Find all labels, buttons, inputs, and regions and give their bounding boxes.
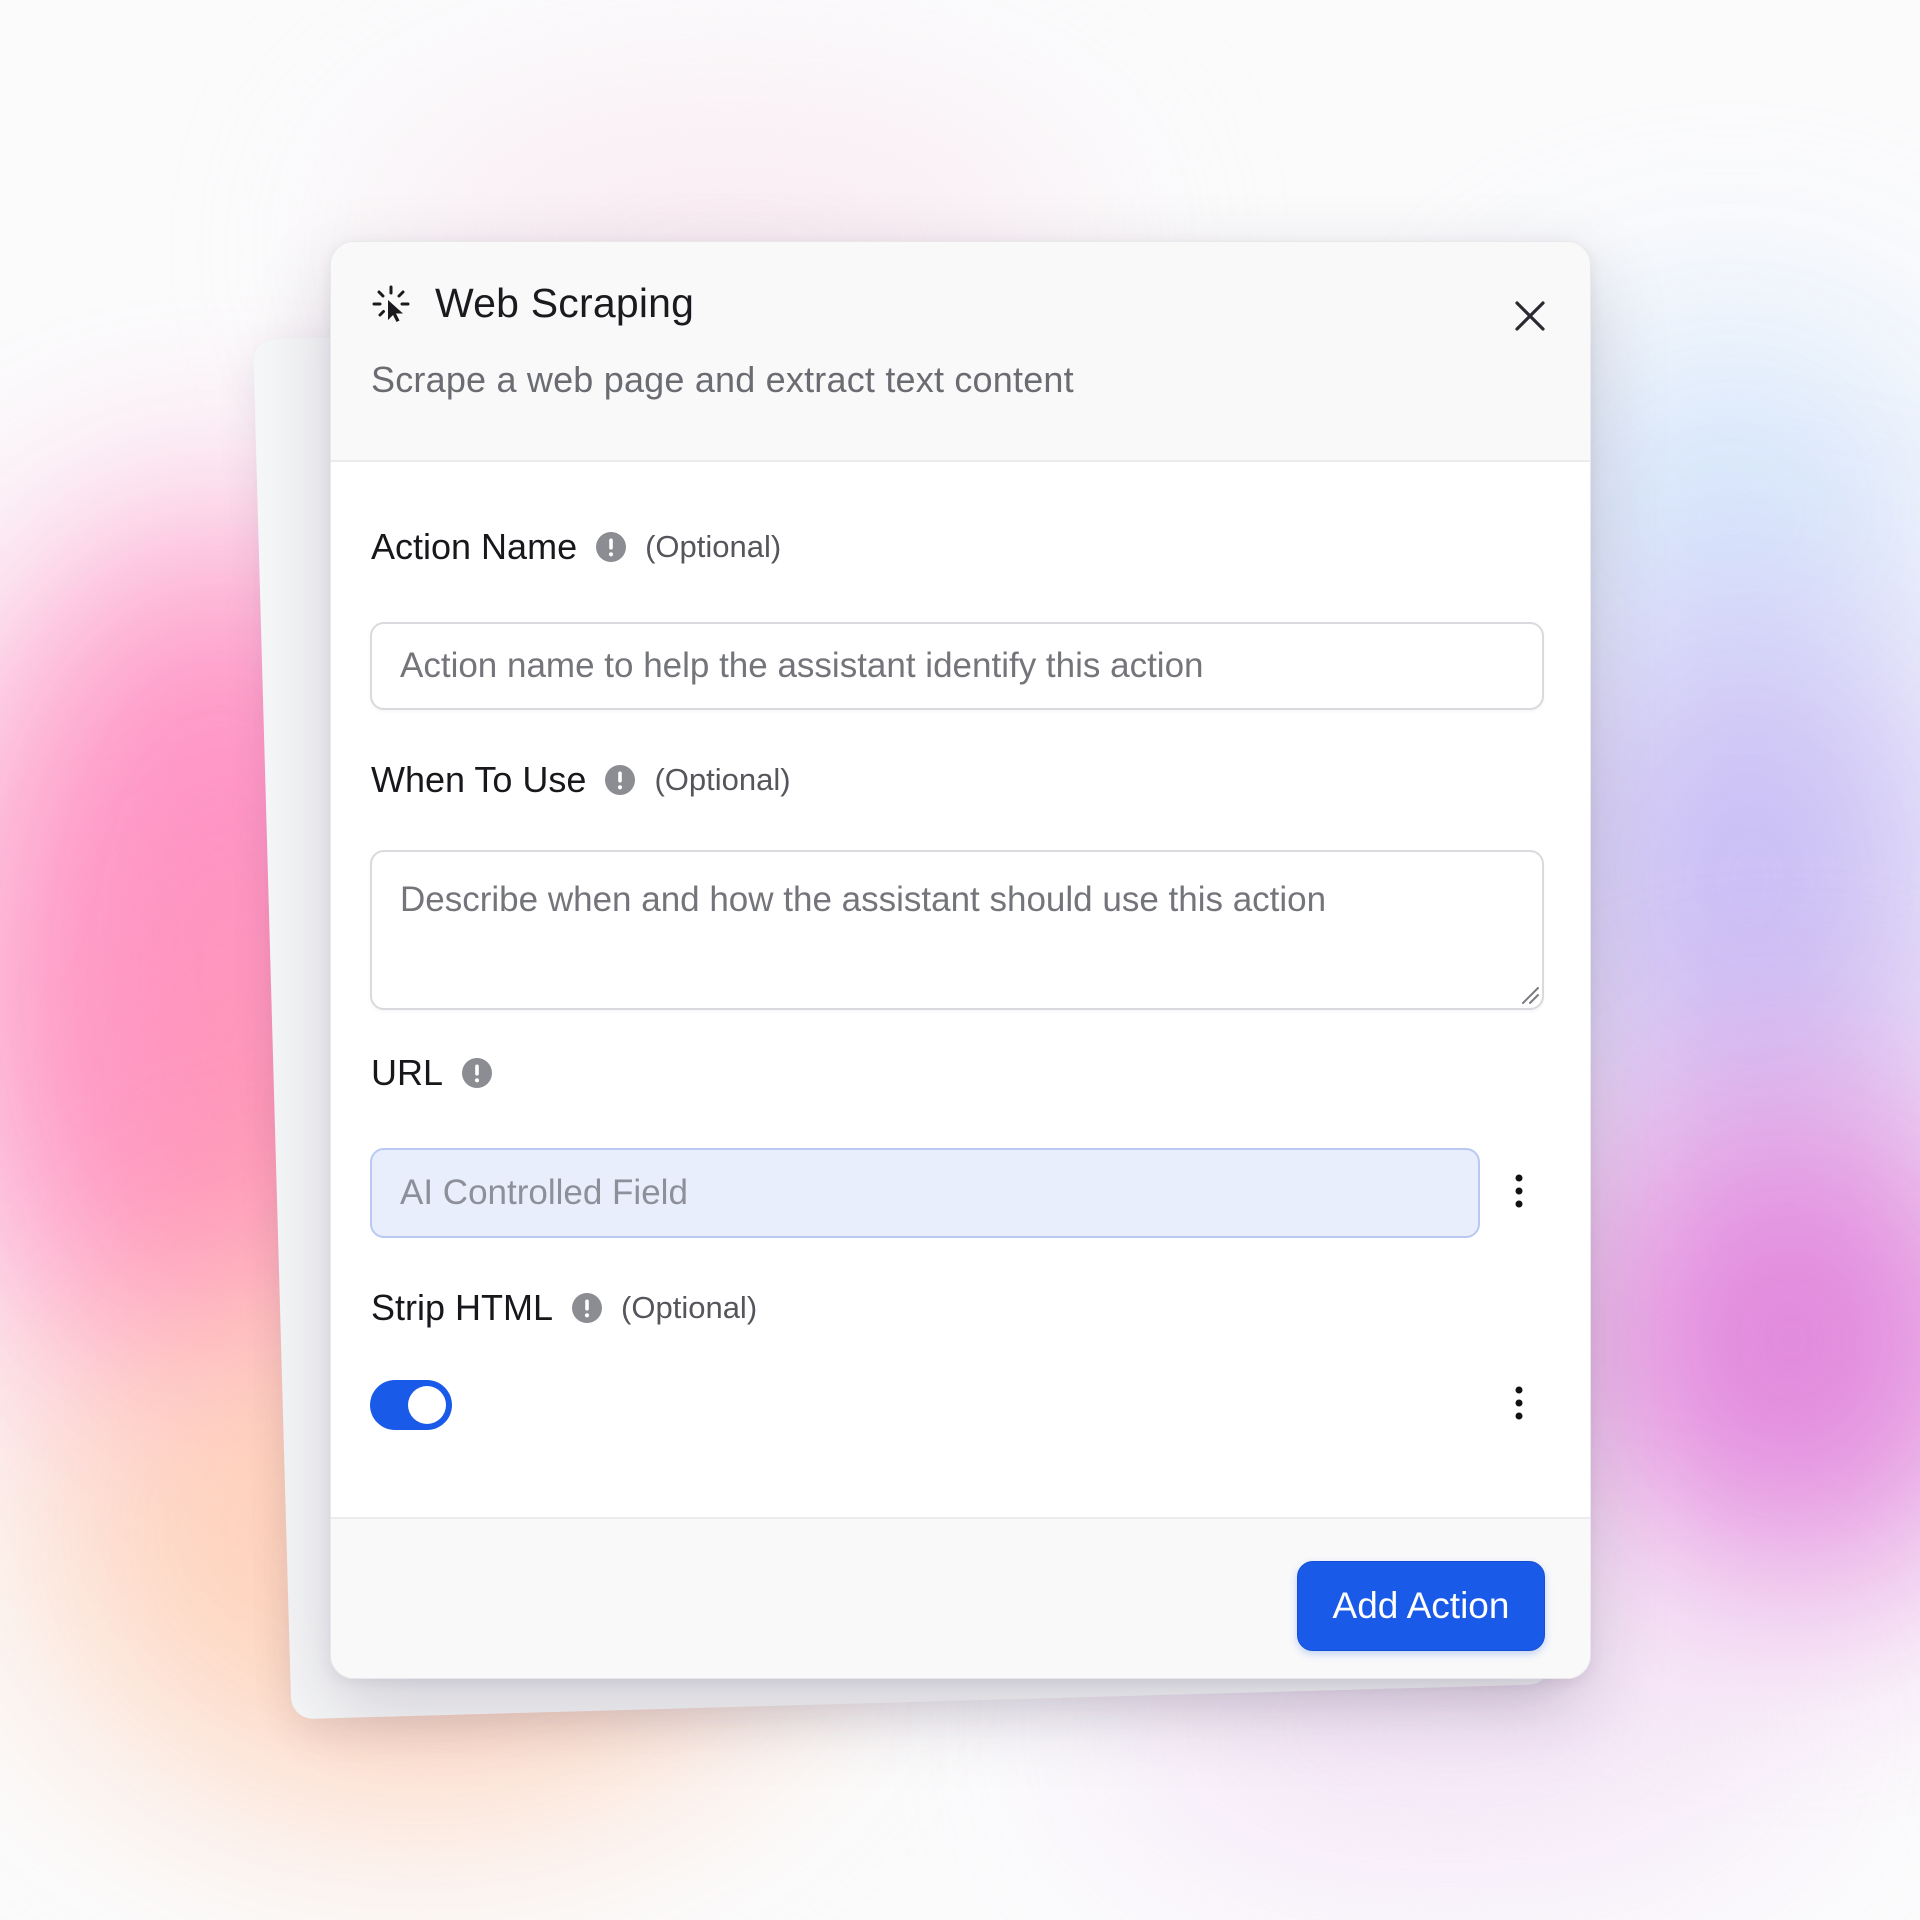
dialog-body: Action Name (Optional) When To Use: [331, 462, 1590, 1517]
dialog-header: Web Scraping Scrape a web page and extra…: [331, 242, 1590, 462]
strip-html-label: Strip HTML: [371, 1287, 554, 1328]
resize-handle-icon[interactable]: [1519, 984, 1541, 1006]
dialog-subtitle: Scrape a web page and extract text conte…: [371, 359, 1074, 400]
when-to-use-textarea[interactable]: [370, 850, 1544, 1010]
strip-html-toggle[interactable]: [370, 1380, 452, 1430]
dialog-footer: Add Action: [331, 1517, 1590, 1678]
info-icon[interactable]: [604, 764, 636, 796]
add-action-button[interactable]: Add Action: [1297, 1561, 1545, 1651]
action-name-label: Action Name: [371, 526, 578, 567]
when-to-use-label-row: When To Use (Optional): [371, 759, 791, 801]
strip-html-menu-button[interactable]: [1504, 1380, 1534, 1430]
strip-html-label-row: Strip HTML (Optional): [371, 1287, 757, 1329]
optional-tag: (Optional): [621, 1290, 758, 1325]
dialog-title: Web Scraping: [435, 280, 695, 326]
action-name-label-row: Action Name (Optional): [371, 526, 781, 568]
sparkle-cursor-icon: [371, 284, 411, 324]
when-to-use-label: When To Use: [371, 759, 587, 800]
action-name-input[interactable]: [370, 622, 1544, 710]
more-vertical-icon: [1514, 1174, 1524, 1213]
close-button[interactable]: [1508, 296, 1552, 340]
toggle-knob: [408, 1386, 446, 1424]
url-label: URL: [371, 1052, 444, 1093]
url-input[interactable]: [370, 1148, 1480, 1238]
url-label-row: URL: [371, 1052, 493, 1094]
info-icon[interactable]: [595, 531, 627, 563]
background-glow: [1560, 1080, 1920, 1600]
dialog-title-row: Web Scraping: [371, 280, 694, 327]
background-glow: [1540, 600, 1920, 1160]
more-vertical-icon: [1514, 1386, 1524, 1425]
info-icon[interactable]: [461, 1057, 493, 1089]
info-icon[interactable]: [571, 1292, 603, 1324]
optional-tag: (Optional): [645, 529, 782, 564]
close-icon: [1513, 299, 1547, 338]
optional-tag: (Optional): [654, 762, 791, 797]
web-scraping-dialog: Web Scraping Scrape a web page and extra…: [330, 241, 1591, 1679]
url-field-menu-button[interactable]: [1504, 1168, 1534, 1218]
